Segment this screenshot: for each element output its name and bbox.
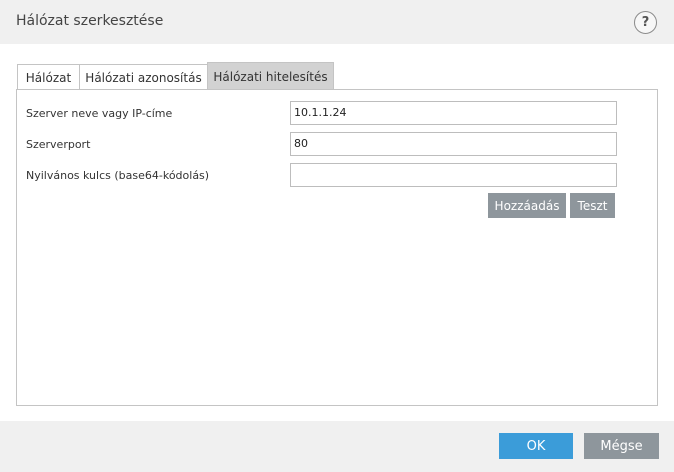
add-button[interactable]: Hozzáadás	[488, 193, 566, 218]
tab-network-identification[interactable]: Hálózati azonosítás	[79, 64, 208, 90]
tab-content-panel: Szerver neve vagy IP-címe 10.1.1.24 Szer…	[16, 89, 658, 406]
cancel-button[interactable]: Mégse	[584, 433, 659, 459]
dialog-title: Hálózat szerkesztése	[16, 13, 164, 29]
tab-network[interactable]: Hálózat	[17, 64, 80, 90]
port-input-value: 80	[294, 137, 308, 150]
dialog-footer: OK Mégse	[0, 421, 674, 472]
port-label: Szerverport	[26, 138, 91, 151]
server-input[interactable]: 10.1.1.24	[290, 101, 617, 125]
help-button[interactable]: ?	[634, 11, 657, 34]
ok-button[interactable]: OK	[499, 433, 573, 459]
question-mark-icon: ?	[641, 15, 650, 30]
public-key-input[interactable]	[290, 163, 617, 187]
server-input-value: 10.1.1.24	[294, 106, 347, 119]
server-label: Szerver neve vagy IP-címe	[26, 107, 173, 120]
tab-network-authentication[interactable]: Hálózati hitelesítés	[207, 62, 334, 90]
public-key-label: Nyilvános kulcs (base64-kódolás)	[26, 169, 210, 182]
title-bar: Hálózat szerkesztése ?	[0, 0, 674, 44]
test-button[interactable]: Teszt	[570, 193, 615, 218]
port-input[interactable]: 80	[290, 132, 617, 156]
